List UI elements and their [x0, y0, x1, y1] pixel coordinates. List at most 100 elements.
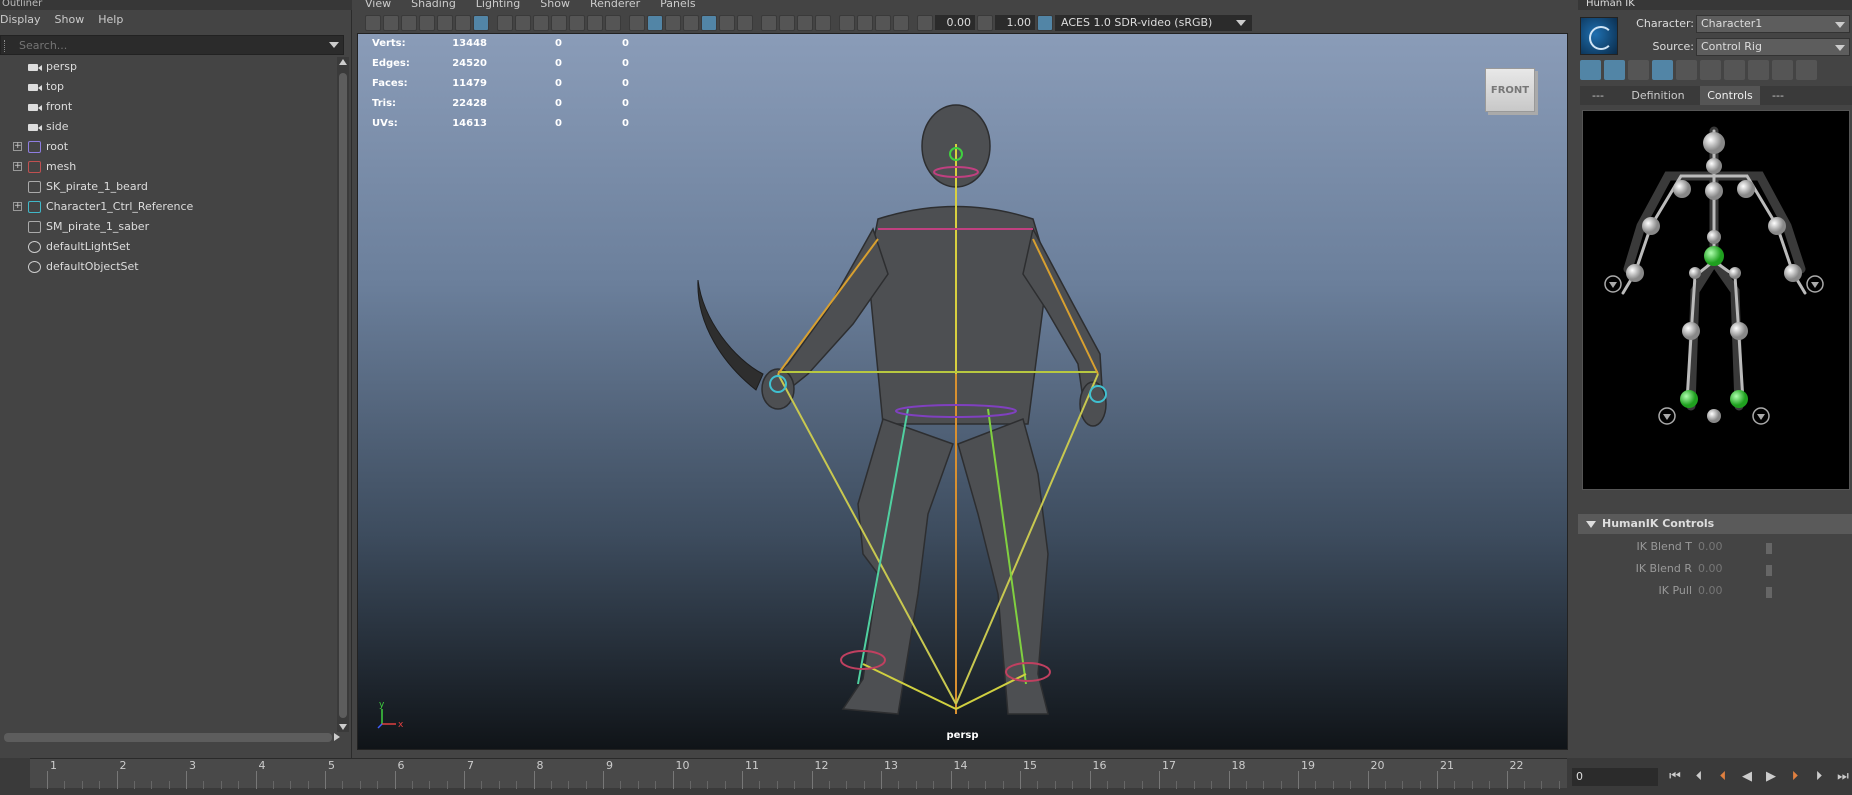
outliner-menu-display[interactable]: Display: [0, 11, 41, 29]
pin-rotate-icon[interactable]: [1748, 60, 1769, 80]
scroll-down-icon[interactable]: [339, 724, 347, 730]
3d-viewport[interactable]: y x Verts: 13448 0 0 Edges: 24520 0 0 Faces: 1147…: [357, 33, 1568, 750]
menu-show[interactable]: Show: [540, 0, 570, 10]
param-slider[interactable]: [1766, 587, 1772, 598]
grid-icon[interactable]: [497, 14, 513, 31]
xray-icon[interactable]: [857, 14, 873, 31]
play-backward-icon[interactable]: ◀: [1738, 768, 1756, 786]
outliner-item[interactable]: defaultObjectSet: [0, 257, 336, 277]
scrollbar-thumb[interactable]: [339, 73, 347, 718]
character-rig-scene[interactable]: y x: [358, 34, 1568, 750]
2d-pan-zoom-icon[interactable]: [437, 14, 453, 31]
color-space-dropdown[interactable]: ACES 1.0 SDR-video (sRGB): [1055, 14, 1252, 31]
outliner-search-input[interactable]: [19, 38, 319, 52]
select-hierarchy-icon[interactable]: [1628, 60, 1649, 80]
resolution-gate-icon[interactable]: [533, 14, 549, 31]
param-value[interactable]: 0.00: [1698, 537, 1723, 557]
step-back-icon[interactable]: ⏴: [1690, 768, 1708, 786]
outliner-item[interactable]: front: [0, 97, 336, 117]
bookmarks-icon[interactable]: [401, 14, 417, 31]
outliner-item[interactable]: side: [0, 117, 336, 137]
character-dropdown[interactable]: Character1: [1696, 15, 1850, 33]
menu-panels[interactable]: Panels: [660, 0, 695, 10]
expand-icon[interactable]: +: [13, 202, 22, 211]
humanik-character-figure[interactable]: [1582, 110, 1850, 490]
camera-attributes-icon[interactable]: [383, 14, 399, 31]
outliner-item[interactable]: + Character1_Ctrl_Reference: [0, 197, 336, 217]
pencil-icon[interactable]: [473, 14, 489, 31]
scroll-right-icon[interactable]: [334, 733, 340, 741]
menu-renderer[interactable]: Renderer: [590, 0, 640, 10]
menu-lighting[interactable]: Lighting: [476, 0, 520, 10]
shadows-icon[interactable]: [737, 14, 753, 31]
tab-controls[interactable]: Controls: [1700, 86, 1760, 105]
smooth-shade-icon[interactable]: [647, 14, 663, 31]
color-management-icon[interactable]: [1037, 14, 1053, 31]
exposure-field[interactable]: 0.00: [935, 15, 975, 30]
go-to-start-icon[interactable]: ⏮: [1666, 768, 1684, 786]
outliner-item[interactable]: top: [0, 77, 336, 97]
wireframe-icon[interactable]: [629, 14, 645, 31]
full-body-pin-icon[interactable]: [1580, 60, 1601, 80]
xray-joints-icon[interactable]: [701, 14, 717, 31]
safe-action-icon[interactable]: [587, 14, 603, 31]
step-forward-key-icon[interactable]: ⏵: [1786, 768, 1804, 786]
outliner-vertical-scrollbar[interactable]: [337, 57, 349, 732]
mirror-pose-icon[interactable]: [1796, 60, 1817, 80]
exposure-icon[interactable]: [917, 14, 933, 31]
field-chart-icon[interactable]: [569, 14, 585, 31]
param-value[interactable]: 0.00: [1698, 581, 1723, 601]
select-camera-icon[interactable]: [365, 14, 381, 31]
isolate-select-icon[interactable]: [839, 14, 855, 31]
param-value[interactable]: 0.00: [1698, 559, 1723, 579]
use-all-lights-icon[interactable]: [719, 14, 735, 31]
gamma-icon[interactable]: [977, 14, 993, 31]
outliner-item[interactable]: persp: [0, 57, 336, 77]
outliner-menu-show[interactable]: Show: [55, 11, 85, 29]
go-to-end-icon[interactable]: ⏭: [1834, 768, 1852, 786]
outliner-item[interactable]: defaultLightSet: [0, 237, 336, 257]
image-plane-icon[interactable]: [419, 14, 435, 31]
grease-pencil-icon[interactable]: [455, 14, 471, 31]
gamma-field[interactable]: 1.00: [995, 15, 1035, 30]
step-forward-icon[interactable]: ⏵: [1810, 768, 1828, 786]
textured-icon[interactable]: [683, 14, 699, 31]
param-slider[interactable]: [1766, 565, 1772, 576]
tab-definition[interactable]: Definition: [1616, 86, 1700, 105]
unpin-icon[interactable]: [1772, 60, 1793, 80]
film-gate-icon[interactable]: [515, 14, 531, 31]
expand-icon[interactable]: +: [13, 162, 22, 171]
depth-of-field-icon[interactable]: [815, 14, 831, 31]
xray-active-icon[interactable]: [875, 14, 891, 31]
safe-title-icon[interactable]: [605, 14, 621, 31]
screen-space-ao-icon[interactable]: [761, 14, 777, 31]
anti-aliasing-icon[interactable]: [797, 14, 813, 31]
scroll-up-icon[interactable]: [339, 59, 347, 65]
menu-shading[interactable]: Shading: [411, 0, 456, 10]
tab-left-more[interactable]: ---: [1580, 86, 1616, 105]
step-back-key-icon[interactable]: ⏴: [1714, 768, 1732, 786]
expand-icon[interactable]: +: [13, 142, 22, 151]
outliner-item[interactable]: + root: [0, 137, 336, 157]
play-forward-icon[interactable]: ▶: [1762, 768, 1780, 786]
motion-blur-icon[interactable]: [779, 14, 795, 31]
pin-translate-icon[interactable]: [1724, 60, 1745, 80]
outliner-item[interactable]: + mesh: [0, 157, 336, 177]
search-options-icon[interactable]: [4, 40, 12, 52]
current-frame-field[interactable]: 0: [1572, 768, 1658, 786]
body-part-pin-icon[interactable]: [1604, 60, 1625, 80]
param-slider[interactable]: [1766, 543, 1772, 554]
outliner-menu-help[interactable]: Help: [98, 11, 123, 29]
show-fk-icon[interactable]: [1652, 60, 1673, 80]
xray-joints-toggle-icon[interactable]: [893, 14, 909, 31]
outliner-item[interactable]: SK_pirate_1_beard: [0, 177, 336, 197]
collapse-triangle-icon[interactable]: [1586, 521, 1596, 528]
outliner-horizontal-scrollbar[interactable]: [4, 733, 340, 742]
menu-view[interactable]: View: [365, 0, 391, 10]
show-ik-icon[interactable]: [1676, 60, 1697, 80]
show-skeleton-icon[interactable]: [1700, 60, 1721, 80]
view-cube[interactable]: FRONT: [1485, 68, 1535, 112]
timeline-track[interactable]: 1 2 3 4 5 6 7 8 9 10 11 12 13 14 15 16 17 18 19 20 21 22: [30, 758, 1567, 789]
gate-mask-icon[interactable]: [551, 14, 567, 31]
tab-right-more[interactable]: ---: [1760, 86, 1796, 105]
